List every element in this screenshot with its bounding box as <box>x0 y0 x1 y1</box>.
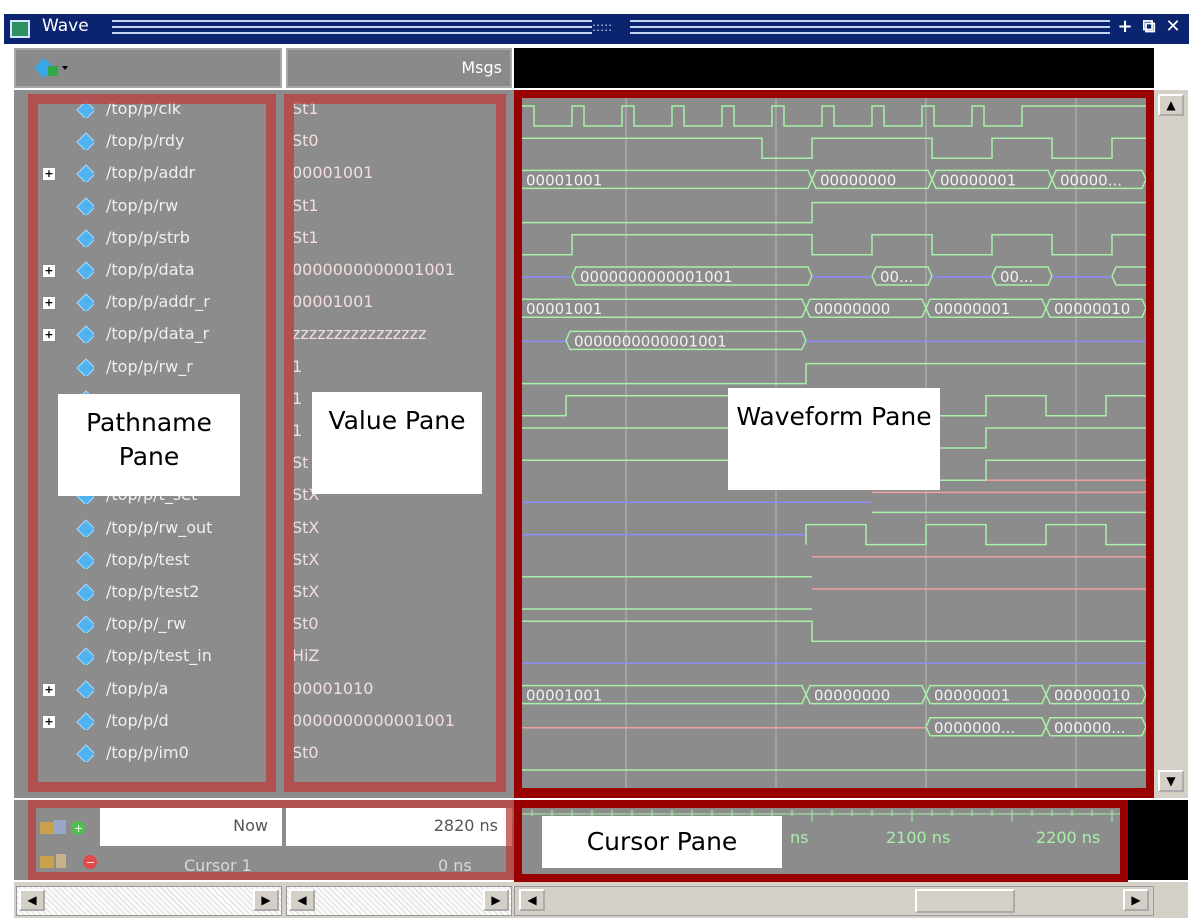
scroll-right-button[interactable]: ▶ <box>253 889 279 911</box>
bus-value-label: 0000000... <box>934 719 1015 737</box>
bus-value-label: 00001001 <box>526 300 602 318</box>
wave-trace <box>522 234 1146 256</box>
bus-value-label: 00000... <box>1060 171 1122 189</box>
scroll-right-button[interactable]: ▶ <box>1123 889 1149 911</box>
scroll-left-button[interactable]: ◀ <box>519 889 545 911</box>
bus-value-label: 0000000000001001 <box>580 268 733 286</box>
wave-trace <box>522 105 1146 127</box>
signal-dropdown-icon[interactable] <box>32 56 68 78</box>
cursor-values-highlight <box>28 800 514 880</box>
wave-trace <box>805 523 1146 546</box>
msgs-label: Msgs <box>461 58 502 77</box>
pathname-hscrollbar[interactable]: ◀ ▶ <box>16 886 282 916</box>
pathname-header <box>14 48 282 88</box>
cursor-pane-annotation: Cursor Pane <box>542 816 782 868</box>
dock-plus-icon[interactable]: + <box>1114 16 1136 38</box>
grip-icon[interactable]: ::::: <box>592 20 612 34</box>
value-header: Msgs <box>286 48 512 88</box>
annotation-text: Value Pane <box>328 406 466 435</box>
bus-value-label: 00000010 <box>1054 687 1130 705</box>
pathname-pane-annotation: Pathname Pane <box>58 394 240 496</box>
value-hscrollbar[interactable]: ◀ ▶ <box>286 886 512 916</box>
bus-value-label: 00000001 <box>940 171 1016 189</box>
annotation-text: Pathname Pane <box>86 408 212 471</box>
bus-value-label: 00001001 <box>526 687 602 705</box>
wave-trace <box>522 620 1146 642</box>
cursor-pane-edge <box>1128 800 1188 880</box>
bus-value-label: 00000010 <box>1054 300 1130 318</box>
scroll-left-button[interactable]: ◀ <box>289 889 315 911</box>
bus-value-label: 0000000000001001 <box>574 332 727 350</box>
wave-header <box>514 48 1154 88</box>
waveform-pane-annotation: Waveform Pane <box>728 388 940 490</box>
bus-value-label: 00001001 <box>526 171 602 189</box>
wave-trace <box>522 201 1146 224</box>
annotation-text: Cursor Pane <box>586 827 738 856</box>
bus-value-label: 00000000 <box>814 300 890 318</box>
bus-value-label: 00000000 <box>820 171 896 189</box>
scroll-up-button[interactable]: ▲ <box>1158 94 1184 116</box>
bus-value-label: 00000001 <box>934 687 1010 705</box>
scroll-right-button[interactable]: ▶ <box>483 889 509 911</box>
wave-scroll-thumb[interactable] <box>915 889 1015 913</box>
wave-hscrollbar[interactable]: ◀ ▶ <box>514 886 1154 916</box>
bus-value-label: 000000... <box>1054 719 1126 737</box>
wave-trace <box>522 362 1146 385</box>
wave-window-icon <box>10 20 30 38</box>
undock-icon[interactable]: ⧉ <box>1138 16 1160 38</box>
annotation-text: Waveform Pane <box>736 402 932 431</box>
wave-trace <box>1111 266 1163 286</box>
vertical-scrollbar[interactable]: ▲ ▼ <box>1154 90 1188 798</box>
bus-value-label: 00... <box>880 268 913 286</box>
bus-value-label: 00000000 <box>814 687 890 705</box>
scroll-left-button[interactable]: ◀ <box>19 889 45 911</box>
bus-value-label: 00000001 <box>934 300 1010 318</box>
scroll-down-button[interactable]: ▼ <box>1158 770 1184 792</box>
window-title: Wave <box>42 16 89 36</box>
close-icon[interactable]: ✕ <box>1162 16 1184 38</box>
wave-trace <box>522 137 1146 159</box>
bus-value-label: 00... <box>1000 268 1033 286</box>
value-pane-annotation: Value Pane <box>312 392 482 494</box>
